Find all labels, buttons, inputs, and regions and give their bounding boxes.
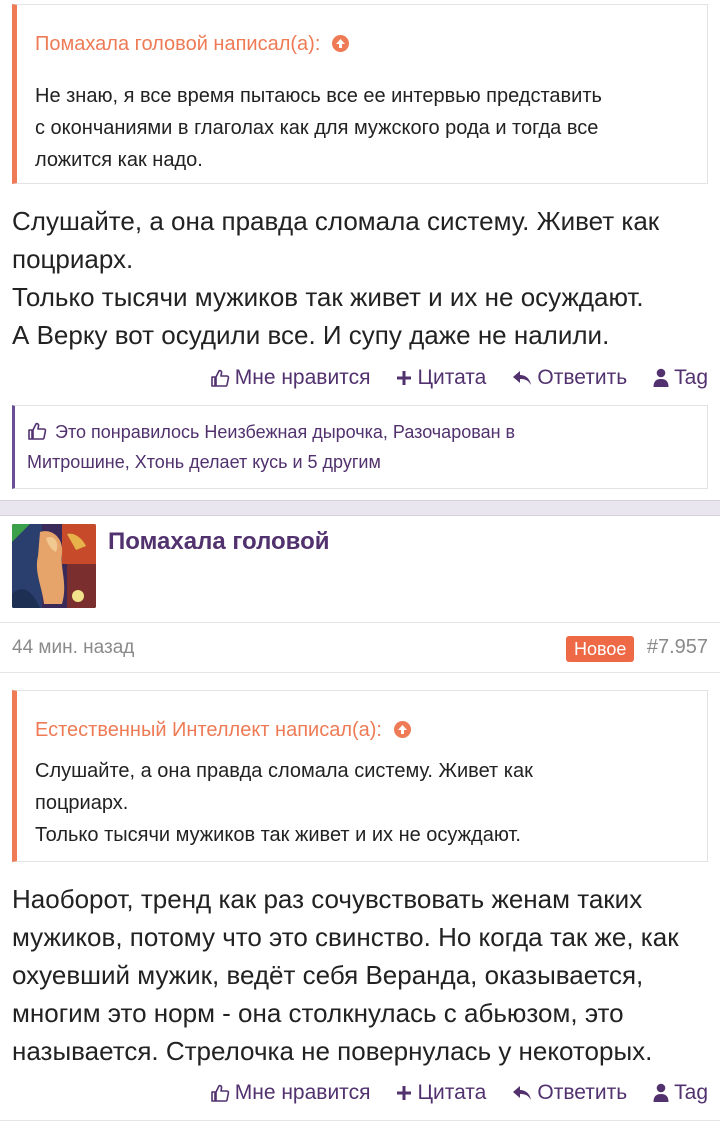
tag-button[interactable]: Tag	[653, 1081, 708, 1105]
reply-button[interactable]: Ответить	[512, 1081, 627, 1105]
post-body: Наоборот, тренд как раз сочувствовать же…	[12, 880, 712, 1070]
quote-line: Не знаю, я все время пытаюсь все ее инте…	[35, 85, 602, 107]
reply-icon	[513, 371, 532, 385]
quote-button[interactable]: Цитата	[396, 366, 486, 390]
quote-line: поцриарх.	[35, 792, 129, 814]
likes-summary[interactable]: Это понравилось Неизбежная дырочка, Разо…	[12, 405, 708, 489]
reply-label: Ответить	[537, 366, 628, 389]
like-button[interactable]: Мне нравится	[210, 1081, 371, 1105]
thumbs-up-icon	[210, 1084, 229, 1102]
post-line: многим это норм - она столкнулась с абью…	[12, 998, 624, 1028]
quote-label: Цитата	[417, 366, 487, 389]
plus-icon	[397, 371, 412, 385]
reply-label: Ответить	[537, 1081, 628, 1104]
post-line: называется. Стрелочка не повернулась у н…	[12, 1036, 653, 1066]
post-line: Только тысячи мужиков так живет и их не …	[12, 282, 644, 312]
like-button[interactable]: Мне нравится	[210, 366, 371, 390]
avatar[interactable]	[12, 524, 96, 608]
quote-label: Цитата	[417, 1081, 487, 1104]
quote-line: Только тысячи мужиков так живет и их не …	[35, 824, 521, 846]
divider	[0, 622, 720, 623]
like-label: Мне нравится	[234, 1081, 371, 1104]
divider	[0, 672, 720, 673]
arrow-up-icon[interactable]	[331, 35, 349, 52]
quote-line: Слушайте, а она правда сломала систему. …	[35, 760, 533, 782]
quote-author-text: Естественный Интеллект написал(а):	[35, 719, 382, 741]
likes-text: Это понравилось Неизбежная дырочка, Разо…	[55, 422, 516, 442]
quote-author-line[interactable]: Помахала головой написал(а):	[17, 33, 349, 56]
likes-text: Митрошине, Хтонь делает кусь и 5 другим	[27, 452, 381, 472]
new-badge: Новое	[566, 636, 635, 662]
arrow-up-icon[interactable]	[393, 721, 411, 738]
post-line: Наоборот, тренд как раз сочувствовать же…	[12, 884, 643, 914]
post-line: поцриарх.	[12, 244, 134, 274]
user-icon	[653, 1083, 669, 1102]
quote-author-line[interactable]: Естественный Интеллект написал(а):	[17, 719, 411, 742]
tag-label: Tag	[674, 366, 708, 389]
post-number[interactable]: #7.957	[647, 636, 708, 659]
post-body: Слушайте, а она правда сломала систему. …	[12, 202, 712, 354]
post-line: А Верку вот осудили все. И супу даже не …	[12, 320, 610, 350]
reply-icon	[513, 1086, 532, 1100]
author-name[interactable]: Помахала головой	[108, 528, 330, 556]
divider	[0, 1120, 720, 1121]
post-actions: Мне нравится Цитата Ответить Tag	[210, 364, 708, 392]
post-line: Слушайте, а она правда сломала систему. …	[12, 206, 660, 236]
quote-line: с окончаниями в глаголах как для мужског…	[35, 117, 599, 139]
post-time[interactable]: 44 мин. назад	[12, 637, 134, 659]
reply-button[interactable]: Ответить	[512, 366, 627, 390]
quote-block: Естественный Интеллект написал(а): Слуша…	[12, 690, 708, 862]
quote-button[interactable]: Цитата	[396, 1081, 486, 1105]
like-label: Мне нравится	[234, 366, 371, 389]
post-line: охуевший мужик, ведёт себя Веранда, оказ…	[12, 960, 644, 990]
post-separator	[0, 500, 720, 516]
post-actions: Мне нравится Цитата Ответить Tag	[210, 1079, 708, 1107]
tag-label: Tag	[674, 1081, 708, 1104]
quote-author-text: Помахала головой написал(а):	[35, 33, 321, 55]
post-line: мужиков, потому что это свинство. Но ког…	[12, 922, 679, 952]
thumbs-up-icon	[210, 369, 229, 387]
plus-icon	[397, 1086, 412, 1100]
user-icon	[653, 368, 669, 387]
quote-line: ложится как надо.	[35, 149, 203, 171]
thumbs-up-icon	[28, 422, 47, 440]
tag-button[interactable]: Tag	[653, 366, 708, 390]
quote-block: Помахала головой написал(а): Не знаю, я …	[12, 4, 708, 184]
